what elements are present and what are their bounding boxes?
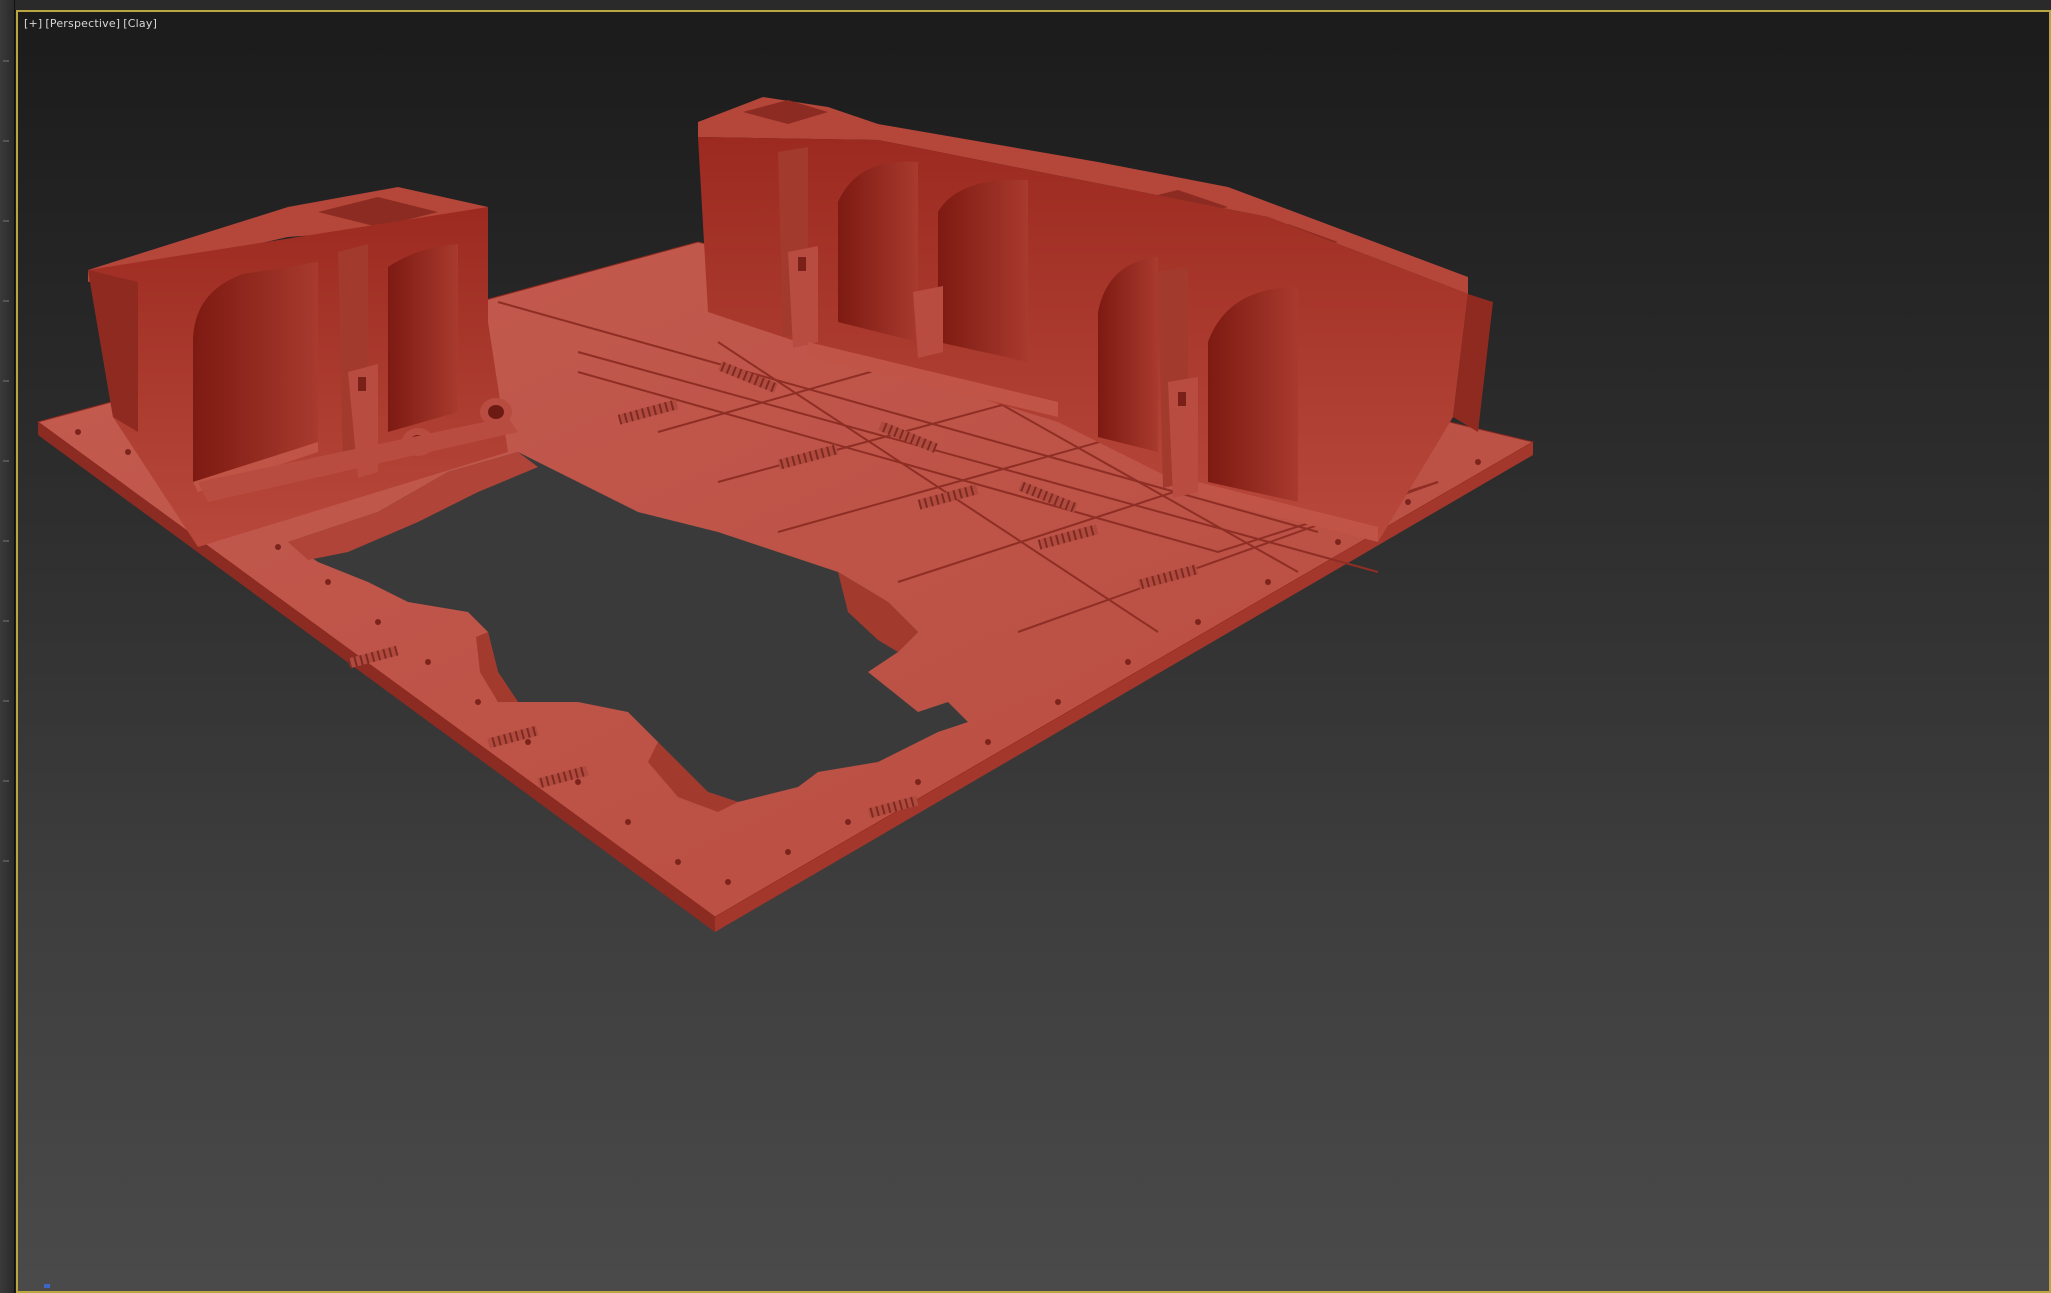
- axis-gizmo-icon: [44, 1284, 50, 1288]
- strip-tick: [3, 700, 9, 702]
- strip-tick: [3, 620, 9, 622]
- strip-tick: [3, 60, 9, 62]
- scene-render: [36, 97, 1535, 1288]
- perspective-viewport[interactable]: [+] [Perspective] [Clay]: [16, 10, 2051, 1293]
- strip-tick: [3, 300, 9, 302]
- strip-tick: [3, 540, 9, 542]
- strip-tick: [3, 860, 9, 862]
- strip-tick: [3, 220, 9, 222]
- strip-tick: [3, 780, 9, 782]
- strip-tick: [3, 380, 9, 382]
- strip-tick: [3, 460, 9, 462]
- left-command-strip[interactable]: [0, 0, 15, 1293]
- strip-tick: [3, 140, 9, 142]
- app-window: [+] [Perspective] [Clay]: [0, 0, 2051, 1293]
